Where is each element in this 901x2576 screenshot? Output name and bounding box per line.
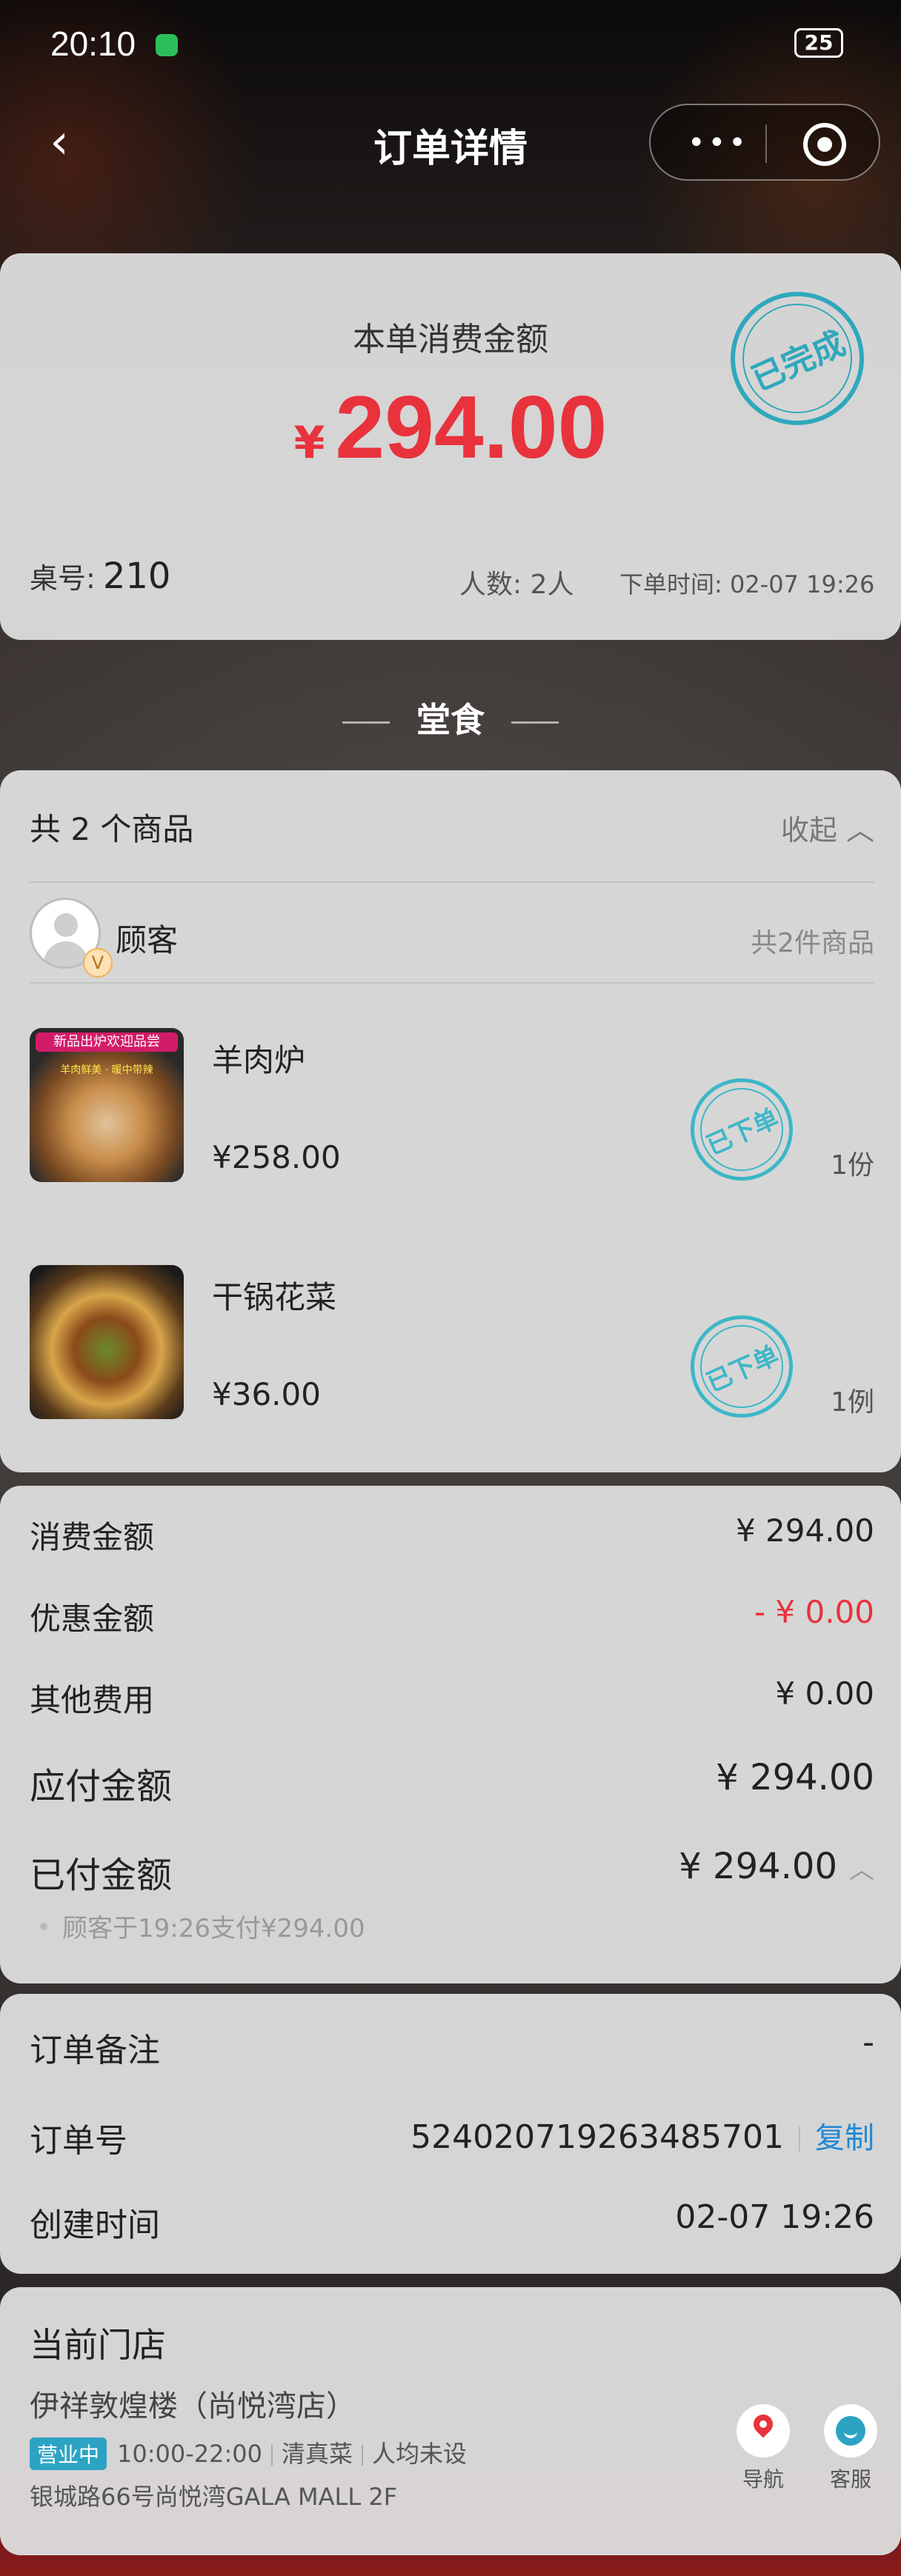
row-label: 其他费用 [30,1682,155,1718]
summary-card: 本单消费金额 ¥294.00 已完成 桌号: 210 人数: 2人 下单时间: 0… [0,253,901,640]
payment-card: 消费金额 ¥ 294.00 优惠金额 - ¥ 0.00 其他费用 ¥ 0.00 … [0,1486,901,1983]
service-circle [824,2404,877,2457]
navigate-label: 导航 [742,2467,784,2492]
chat-icon [836,2416,865,2446]
remark-value: - [862,2023,874,2061]
nav-bar: ‹ 订单详情 ••• [0,96,901,193]
order-info-card: 订单备注 - 订单号 524020719263485701 复制 创建时间 02-… [0,1994,901,2274]
store-name: 伊祥敦煌楼（尚悦湾店） [30,2389,356,2423]
store-meta: 营业中 10:00-22:00 清真菜 人均未设 [30,2435,467,2470]
store-card: 当前门店 伊祥敦煌楼（尚悦湾店） 营业中 10:00-22:00 清真菜 人均未设 银… [0,2287,901,2555]
item-count: 共 2 个商品 [30,811,194,847]
order-time: 下单时间: 02-07 19:26 [619,570,875,598]
miniprogram-capsule: ••• [649,104,880,181]
wechat-icon [156,34,178,56]
navigate-circle [737,2404,790,2457]
customer-name: 顾客 [116,922,179,958]
store-section-title: 当前门店 [30,2325,166,2365]
row-label: 已付金额 [30,1855,173,1896]
table-value: 210 [102,555,171,597]
row-label: 应付金额 [30,1766,173,1807]
ordered-stamp-text: 已下单 [702,1340,784,1398]
status-time: 20:10 [50,24,136,63]
people-count: 人数: 2人 [459,570,574,600]
currency-symbol: ¥ [293,417,325,469]
row-value: ¥ 294.00 [735,1512,874,1549]
target-icon[interactable] [803,123,846,166]
service-label: 客服 [829,2467,871,2492]
table-number: 桌号: 210 [30,555,170,597]
row-value: - ¥ 0.00 [754,1594,874,1630]
ordered-stamp: 已下单 [691,1078,793,1181]
dish-quantity: 1份 [831,1150,874,1181]
vip-badge: V [83,948,113,978]
divider-left [342,721,390,724]
store-cuisine: 清真菜 [282,2440,353,2468]
copy-button[interactable]: 复制 [815,2121,874,2155]
order-number-wrap: 524020719263485701 复制 [410,2114,874,2157]
dish-quantity: 1例 [831,1387,874,1418]
payment-note: 顾客于19:26支付¥294.00 [40,1908,365,1944]
list-item[interactable]: 干锅花菜 ¥36.00 已下单 1例 [0,1265,901,1435]
store-hours: 10:00-22:00 [117,2440,262,2468]
dish-image-banner: 新品出炉欢迎品尝 [36,1032,178,1052]
navigate-button[interactable]: 导航 [726,2404,800,2493]
order-number-label: 订单号 [30,2122,127,2160]
order-number: 524020719263485701 [410,2118,784,2156]
items-card: 共 2 个商品 收起 ︿ V 顾客 共2件商品 新品出炉欢迎品尝 羊肉鲜美 · … [0,770,901,1472]
store-avg-price: 人均未设 [372,2440,468,2468]
dine-type: 堂食 [0,693,901,742]
dish-price: ¥258.00 [212,1139,341,1175]
amount-value: 294.00 [335,378,608,477]
table-label: 桌号: [30,562,96,595]
dine-type-label: 堂食 [416,700,485,740]
divider [799,2126,800,2152]
store-address: 银城路66号尚悦湾GALA MALL 2F [30,2483,398,2511]
collapse-button[interactable]: 收起 ︿ [781,807,874,848]
row-label: 消费金额 [30,1519,155,1555]
dish-image [30,1265,184,1419]
divider-right [511,721,559,724]
dish-image: 新品出炉欢迎品尝 羊肉鲜美 · 暖中带辣 [30,1028,184,1182]
status-bar: 20:10 25 [0,0,901,89]
list-item[interactable]: 新品出炉欢迎品尝 羊肉鲜美 · 暖中带辣 羊肉炉 ¥258.00 已下单 1份 [0,1028,901,1198]
divider [30,881,874,883]
map-pin-icon [749,2410,777,2438]
row-value: ¥ 294.00 [716,1757,874,1798]
capsule-divider [765,124,767,163]
row-value-wrap: ¥ 294.00 ︿ [679,1846,874,1887]
chevron-up-icon: ︿ [849,1855,874,1885]
customer-service-button[interactable]: 客服 [814,2404,888,2493]
row-value: ¥ 0.00 [775,1675,874,1712]
divider [271,2445,273,2466]
divider [362,2445,364,2466]
ordered-stamp-text: 已下单 [702,1103,784,1161]
remark-label: 订单备注 [30,2032,160,2069]
divider [30,982,874,984]
completed-stamp: 已完成 [731,292,864,425]
created-time-value: 02-07 19:26 [675,2198,874,2236]
dish-name: 干锅花菜 [212,1279,337,1315]
ordered-stamp: 已下单 [691,1315,793,1418]
completed-stamp-text: 已完成 [746,324,851,399]
dish-price: ¥36.00 [212,1376,321,1412]
row-value: ¥ 294.00 [679,1846,837,1887]
status-badge: 营业中 [30,2437,107,2470]
more-dots-icon[interactable]: ••• [688,126,749,160]
row-label: 优惠金额 [30,1601,155,1637]
customer-item-count: 共2件商品 [751,928,874,958]
dish-name: 羊肉炉 [212,1042,306,1078]
created-time-label: 创建时间 [30,2206,160,2244]
battery-icon: 25 [794,28,843,58]
dish-image-caption: 羊肉鲜美 · 暖中带辣 [60,1064,153,1076]
payment-note-text: 顾客于19:26支付¥294.00 [62,1914,365,1943]
